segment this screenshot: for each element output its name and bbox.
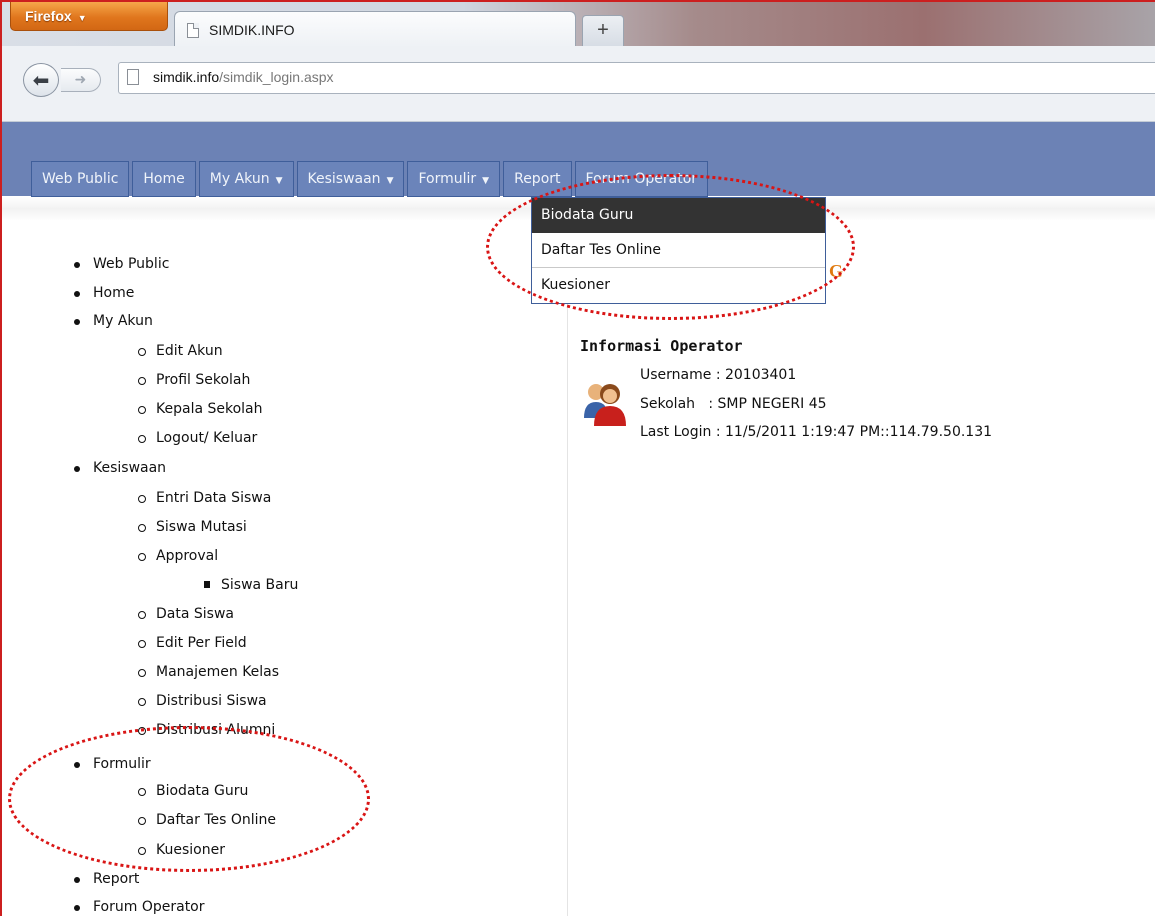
tab-title: SIMDIK.INFO xyxy=(209,22,295,38)
url-path: /simdik_login.aspx xyxy=(219,69,334,85)
sitemap-manajemen-kelas[interactable]: Manajemen Kelas xyxy=(137,664,279,680)
formulir-dropdown: Biodata Guru Daftar Tes Online Kuesioner xyxy=(531,197,826,304)
url-bar[interactable]: simdik.info/simdik_login.aspx xyxy=(118,62,1155,94)
sitemap-logout[interactable]: Logout/ Keluar xyxy=(137,430,257,446)
menu-label: My Akun xyxy=(209,171,270,187)
new-tab-button[interactable]: + xyxy=(582,15,624,46)
chevron-down-icon: ▼ xyxy=(275,176,283,186)
operator-last-login: Last Login : 11/5/2011 1:19:47 PM::114.7… xyxy=(640,424,993,440)
menu-label: Home xyxy=(143,171,185,187)
back-button[interactable]: ⬅ xyxy=(23,63,59,97)
sitemap-formulir[interactable]: Formulir xyxy=(74,756,151,772)
menu-forum-operator[interactable]: Forum Operator xyxy=(574,161,709,197)
sitemap-my-akun[interactable]: My Akun xyxy=(74,313,153,329)
sitemap-data-siswa[interactable]: Data Siswa xyxy=(138,606,234,622)
menu-my-akun[interactable]: My Akun ▼ xyxy=(198,161,294,197)
sitemap-siswa-mutasi[interactable]: Siswa Mutasi xyxy=(138,519,247,535)
sitemap-edit-akun[interactable]: Edit Akun xyxy=(138,343,223,359)
firefox-menu-label: Firefox xyxy=(25,8,72,24)
sitemap-edit-per-field[interactable]: Edit Per Field xyxy=(138,635,247,651)
sitemap-web-public[interactable]: Web Public xyxy=(73,256,169,272)
sitemap-biodata-guru[interactable]: Biodata Guru xyxy=(137,783,248,799)
logo-fragment: G xyxy=(829,261,844,281)
sitemap-distribusi-alumni[interactable]: Distribusi Alumni xyxy=(137,722,275,738)
dropdown-item-daftar-tes-online[interactable]: Daftar Tes Online xyxy=(532,233,825,268)
page-icon xyxy=(187,23,199,38)
menu-label: Report xyxy=(514,171,561,187)
menu-home[interactable]: Home xyxy=(132,161,196,197)
users-icon xyxy=(584,384,626,426)
browser-tab[interactable]: SIMDIK.INFO xyxy=(174,11,576,48)
forward-button[interactable]: ➜ xyxy=(61,68,101,92)
url-text: simdik.info/simdik_login.aspx xyxy=(153,69,334,85)
menu-label: Web Public xyxy=(42,171,119,187)
sitemap-daftar-tes-online[interactable]: Daftar Tes Online xyxy=(137,812,276,828)
menu-report[interactable]: Report xyxy=(503,161,572,197)
dropdown-item-kuesioner[interactable]: Kuesioner xyxy=(532,268,825,303)
firefox-menu-button[interactable]: Firefox ▼ xyxy=(10,2,168,31)
browser-tab-strip: Firefox ▼ SIMDIK.INFO + xyxy=(2,2,1155,48)
menu-formulir[interactable]: Formulir ▼ xyxy=(407,161,501,197)
menu-label: Kesiswaan xyxy=(307,171,381,187)
content-divider xyxy=(567,304,568,916)
sitemap-home[interactable]: Home xyxy=(73,285,134,301)
menu-label: Forum Operator xyxy=(585,171,698,187)
main-menu: Web Public Home My Akun ▼ Kesiswaan ▼ Form… xyxy=(31,161,711,197)
operator-info-title: Informasi Operator xyxy=(580,337,743,355)
sitemap-siswa-baru[interactable]: Siswa Baru xyxy=(203,577,298,593)
navigation-bar: ⬅ ➜ simdik.info/simdik_login.aspx xyxy=(2,46,1155,122)
sitemap-profil-sekolah[interactable]: Profil Sekolah xyxy=(137,372,250,388)
site-identity-icon xyxy=(127,69,139,85)
sitemap-kepala-sekolah[interactable]: Kepala Sekolah xyxy=(138,401,263,417)
operator-username: Username : 20103401 xyxy=(640,367,797,383)
sitemap-distribusi-siswa[interactable]: Distribusi Siswa xyxy=(138,693,267,709)
sitemap-kuesioner[interactable]: Kuesioner xyxy=(138,842,225,858)
sitemap-forum-operator[interactable]: Forum Operator xyxy=(74,899,205,915)
menu-label: Formulir xyxy=(418,171,477,187)
sitemap-approval[interactable]: Approval xyxy=(137,548,218,564)
chevron-down-icon: ▼ xyxy=(77,13,87,23)
sitemap-report[interactable]: Report xyxy=(73,871,139,887)
back-arrow-icon: ⬅ xyxy=(32,68,50,92)
menu-web-public[interactable]: Web Public xyxy=(31,161,130,197)
operator-sekolah: Sekolah : SMP NEGERI 45 xyxy=(640,396,827,412)
sitemap-entri-data-siswa[interactable]: Entri Data Siswa xyxy=(137,490,271,506)
sitemap-kesiswaan[interactable]: Kesiswaan xyxy=(73,460,166,476)
chevron-down-icon: ▼ xyxy=(482,176,490,186)
dropdown-item-biodata-guru[interactable]: Biodata Guru xyxy=(532,198,825,233)
url-domain: simdik.info xyxy=(153,69,220,85)
back-forward-group: ⬅ ➜ xyxy=(23,63,103,97)
menu-kesiswaan[interactable]: Kesiswaan ▼ xyxy=(296,161,405,197)
chevron-down-icon: ▼ xyxy=(386,176,394,186)
forward-arrow-icon: ➜ xyxy=(74,72,87,88)
